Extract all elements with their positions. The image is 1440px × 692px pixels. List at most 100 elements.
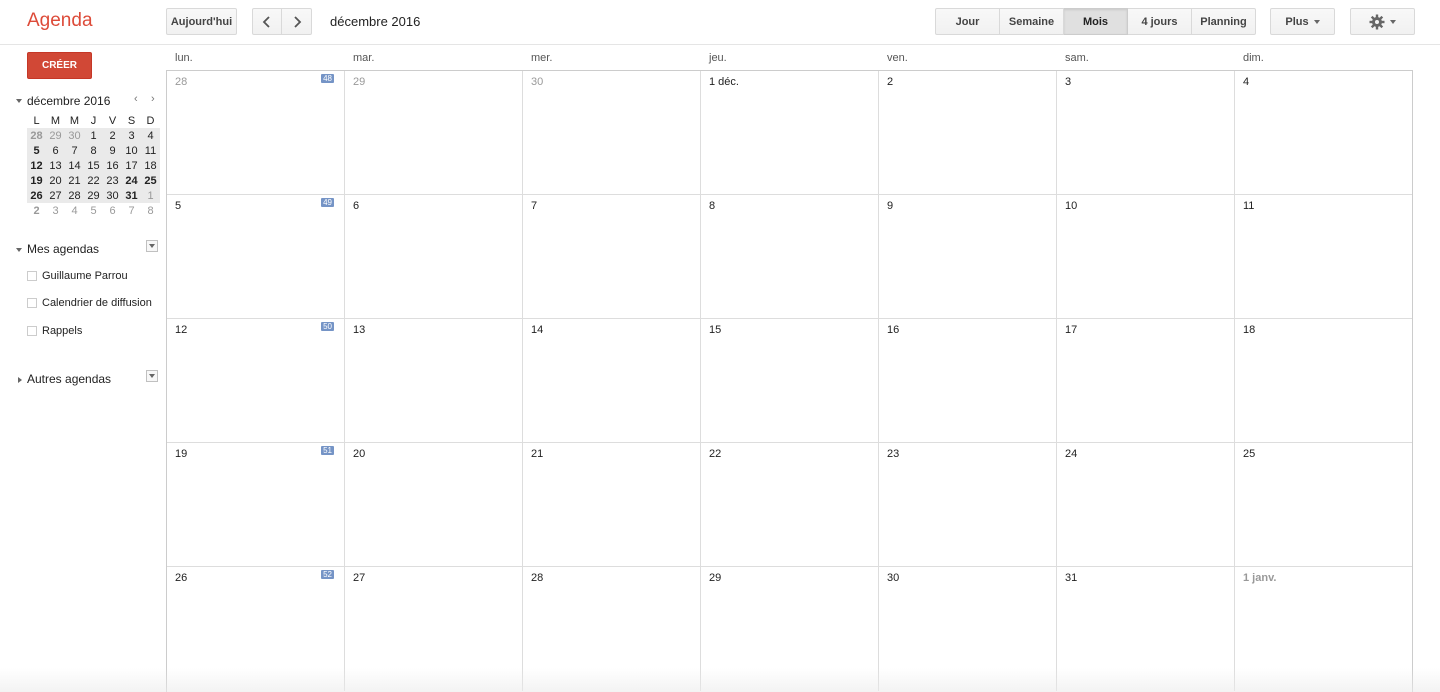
day-number[interactable]: 7 [531, 200, 537, 212]
mini-day[interactable]: 8 [141, 203, 160, 218]
day-number[interactable]: 30 [887, 572, 899, 584]
day-cell[interactable]: 23 [879, 443, 1057, 567]
mini-day[interactable]: 25 [141, 173, 160, 188]
next-period-button[interactable] [282, 8, 312, 35]
mini-calendar-next-button[interactable]: › [151, 93, 155, 105]
day-cell[interactable]: 10 [1057, 195, 1235, 319]
mini-day[interactable]: 21 [65, 173, 84, 188]
calendar-item[interactable]: Calendrier de diffusion [27, 296, 152, 310]
day-number[interactable]: 28 [531, 572, 543, 584]
day-cell[interactable]: 15 [701, 319, 879, 443]
day-cell[interactable]: 20 [345, 443, 523, 567]
mini-day[interactable]: 2 [103, 128, 122, 143]
view-day-button[interactable]: Jour [935, 8, 1000, 35]
day-cell[interactable]: 18 [1235, 319, 1412, 443]
day-number[interactable]: 13 [353, 324, 365, 336]
day-number[interactable]: 14 [531, 324, 543, 336]
day-number[interactable]: 20 [353, 448, 365, 460]
mini-day[interactable]: 1 [141, 188, 160, 203]
day-cell[interactable]: 19 51 [167, 443, 345, 567]
day-number[interactable]: 15 [709, 324, 721, 336]
collapse-triangle-icon[interactable] [16, 99, 22, 103]
day-cell[interactable]: 24 [1057, 443, 1235, 567]
mini-day[interactable]: 11 [141, 143, 160, 158]
day-cell[interactable]: 4 [1235, 71, 1412, 195]
mini-day[interactable]: 4 [141, 128, 160, 143]
my-calendars-menu-button[interactable] [146, 240, 158, 252]
mini-day[interactable]: 28 [65, 188, 84, 203]
day-number[interactable]: 10 [1065, 200, 1077, 212]
mini-day[interactable]: 6 [46, 143, 65, 158]
mini-day[interactable]: 5 [84, 203, 103, 218]
mini-day[interactable]: 31 [122, 188, 141, 203]
day-cell[interactable]: 31 [1057, 567, 1235, 691]
day-number[interactable]: 26 [175, 572, 187, 584]
view-4-days-button[interactable]: 4 jours [1128, 8, 1192, 35]
mini-day[interactable]: 3 [46, 203, 65, 218]
calendar-checkbox[interactable] [27, 326, 37, 336]
mini-day[interactable]: 30 [65, 128, 84, 143]
day-cell[interactable]: 21 [523, 443, 701, 567]
day-number[interactable]: 5 [175, 200, 181, 212]
day-cell[interactable]: 29 [701, 567, 879, 691]
mini-day[interactable]: 14 [65, 158, 84, 173]
week-number-badge[interactable]: 52 [321, 570, 334, 579]
mini-day[interactable]: 27 [46, 188, 65, 203]
day-cell[interactable]: 30 [523, 71, 701, 195]
mini-day[interactable]: 30 [103, 188, 122, 203]
day-cell[interactable]: 29 [345, 71, 523, 195]
mini-day[interactable]: 19 [27, 173, 46, 188]
day-cell[interactable]: 8 [701, 195, 879, 319]
day-cell[interactable]: 2 [879, 71, 1057, 195]
day-number[interactable]: 2 [887, 76, 893, 88]
day-cell[interactable]: 26 52 [167, 567, 345, 691]
day-cell[interactable]: 1 janv. [1235, 567, 1412, 691]
mini-day[interactable]: 26 [27, 188, 46, 203]
day-number[interactable]: 9 [887, 200, 893, 212]
mini-day[interactable]: 28 [27, 128, 46, 143]
mini-day[interactable]: 5 [27, 143, 46, 158]
day-cell[interactable]: 13 [345, 319, 523, 443]
day-cell[interactable]: 28 [523, 567, 701, 691]
mini-day[interactable]: 20 [46, 173, 65, 188]
week-number-badge[interactable]: 48 [321, 74, 334, 83]
day-number[interactable]: 3 [1065, 76, 1071, 88]
day-cell[interactable]: 28 48 [167, 71, 345, 195]
day-cell[interactable]: 14 [523, 319, 701, 443]
mini-day[interactable]: 22 [84, 173, 103, 188]
my-calendars-header[interactable]: Mes agendas [14, 240, 164, 258]
day-number[interactable]: 30 [531, 76, 543, 88]
day-cell[interactable]: 17 [1057, 319, 1235, 443]
create-event-button[interactable]: CRÉER [27, 52, 92, 79]
mini-day[interactable]: 18 [141, 158, 160, 173]
more-button[interactable]: Plus [1270, 8, 1335, 35]
calendar-checkbox[interactable] [27, 271, 37, 281]
day-number[interactable]: 27 [353, 572, 365, 584]
mini-day[interactable]: 7 [122, 203, 141, 218]
day-number[interactable]: 31 [1065, 572, 1077, 584]
day-number[interactable]: 25 [1243, 448, 1255, 460]
view-week-button[interactable]: Semaine [1000, 8, 1064, 35]
day-number[interactable]: 16 [887, 324, 899, 336]
day-cell[interactable]: 7 [523, 195, 701, 319]
day-number[interactable]: 29 [709, 572, 721, 584]
day-cell[interactable]: 1 déc. [701, 71, 879, 195]
week-number-badge[interactable]: 50 [321, 322, 334, 331]
mini-day[interactable]: 29 [84, 188, 103, 203]
day-cell[interactable]: 16 [879, 319, 1057, 443]
mini-calendar-title[interactable]: décembre 2016 [27, 94, 110, 108]
day-number[interactable]: 6 [353, 200, 359, 212]
day-cell[interactable]: 9 [879, 195, 1057, 319]
day-cell[interactable]: 11 [1235, 195, 1412, 319]
calendar-item[interactable]: Rappels [27, 324, 82, 338]
mini-day[interactable]: 8 [84, 143, 103, 158]
previous-period-button[interactable] [252, 8, 282, 35]
day-number[interactable]: 1 déc. [709, 76, 739, 88]
day-cell[interactable]: 12 50 [167, 319, 345, 443]
day-number[interactable]: 22 [709, 448, 721, 460]
other-calendars-header[interactable]: Autres agendas [14, 370, 164, 388]
app-title[interactable]: Agenda [27, 10, 93, 32]
mini-day[interactable]: 17 [122, 158, 141, 173]
mini-day[interactable]: 2 [27, 203, 46, 218]
other-calendars-menu-button[interactable] [146, 370, 158, 382]
